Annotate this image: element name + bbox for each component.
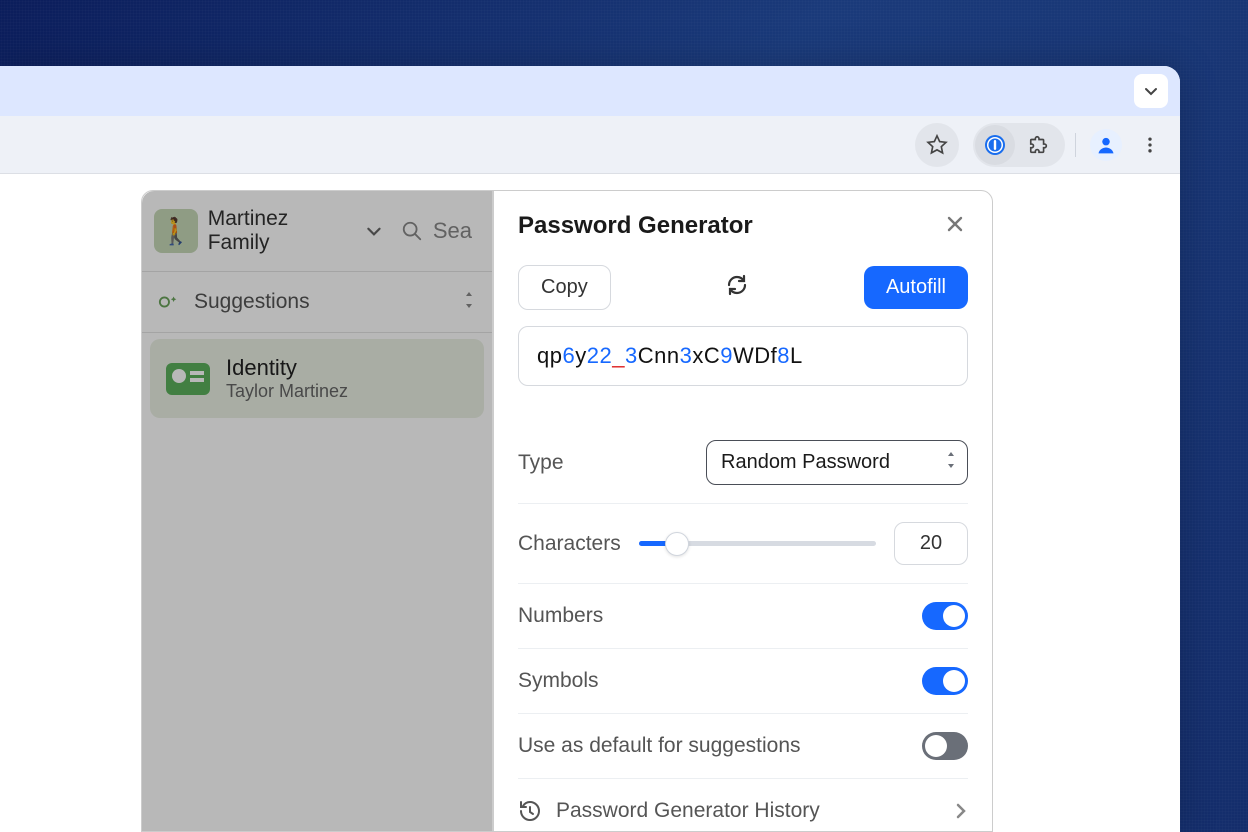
profile-button[interactable]: [1090, 129, 1122, 161]
default-label: Use as default for suggestions: [518, 734, 801, 758]
regenerate-button[interactable]: [717, 265, 757, 310]
numbers-label: Numbers: [518, 604, 603, 628]
numbers-row: Numbers: [518, 584, 968, 649]
toolbar-separator: [1075, 133, 1076, 157]
browser-window: 🚶 Martinez Family Sea Suggestions Identi…: [0, 66, 1180, 832]
pinned-extensions: [973, 123, 1065, 167]
symbols-toggle[interactable]: [922, 667, 968, 695]
generated-password-field[interactable]: qp6y22_3Cnn3xC9WDf8L: [518, 326, 968, 386]
password-generator-panel: Password Generator Copy Autofill qp6y22_…: [493, 190, 993, 832]
close-icon: [946, 215, 964, 233]
extension-popup-background: 🚶 Martinez Family Sea Suggestions Identi…: [141, 190, 493, 832]
copy-button[interactable]: Copy: [518, 265, 611, 310]
history-row[interactable]: Password Generator History: [518, 779, 968, 832]
symbols-row: Symbols: [518, 649, 968, 714]
panel-title: Password Generator: [518, 212, 753, 240]
star-icon: [926, 134, 948, 156]
refresh-icon: [725, 273, 749, 297]
select-caret-icon: [945, 451, 957, 475]
action-row: Copy Autofill: [518, 265, 968, 310]
modal-scrim: [142, 191, 492, 831]
characters-slider[interactable]: [639, 532, 876, 556]
panel-header: Password Generator: [518, 209, 968, 243]
browser-toolbar: [0, 116, 1180, 174]
characters-value[interactable]: 20: [894, 522, 968, 565]
type-value: Random Password: [721, 451, 890, 473]
bookmark-button[interactable]: [915, 123, 959, 167]
type-row: Type Random Password: [518, 422, 968, 504]
history-label: Password Generator History: [556, 799, 940, 823]
close-button[interactable]: [942, 209, 968, 243]
onepassword-icon: [983, 133, 1007, 157]
kebab-icon: [1140, 135, 1160, 155]
chevron-down-icon: [1143, 83, 1159, 99]
history-icon: [518, 799, 542, 823]
numbers-toggle[interactable]: [922, 602, 968, 630]
type-label: Type: [518, 451, 564, 475]
type-select[interactable]: Random Password: [706, 440, 968, 485]
tab-dropdown[interactable]: [1134, 74, 1168, 108]
characters-label: Characters: [518, 532, 621, 556]
default-row: Use as default for suggestions: [518, 714, 968, 779]
slider-thumb[interactable]: [665, 532, 689, 556]
browser-menu-button[interactable]: [1130, 125, 1170, 165]
chevron-right-icon: [954, 801, 968, 821]
person-icon: [1096, 135, 1116, 155]
puzzle-icon: [1028, 134, 1050, 156]
characters-row: Characters 20: [518, 504, 968, 584]
symbols-label: Symbols: [518, 669, 599, 693]
content-area: 🚶 Martinez Family Sea Suggestions Identi…: [0, 174, 1180, 832]
default-toggle[interactable]: [922, 732, 968, 760]
autofill-button[interactable]: Autofill: [864, 266, 968, 309]
tab-strip: [0, 66, 1180, 116]
onepassword-extension-button[interactable]: [975, 125, 1015, 165]
extensions-button[interactable]: [1019, 125, 1059, 165]
